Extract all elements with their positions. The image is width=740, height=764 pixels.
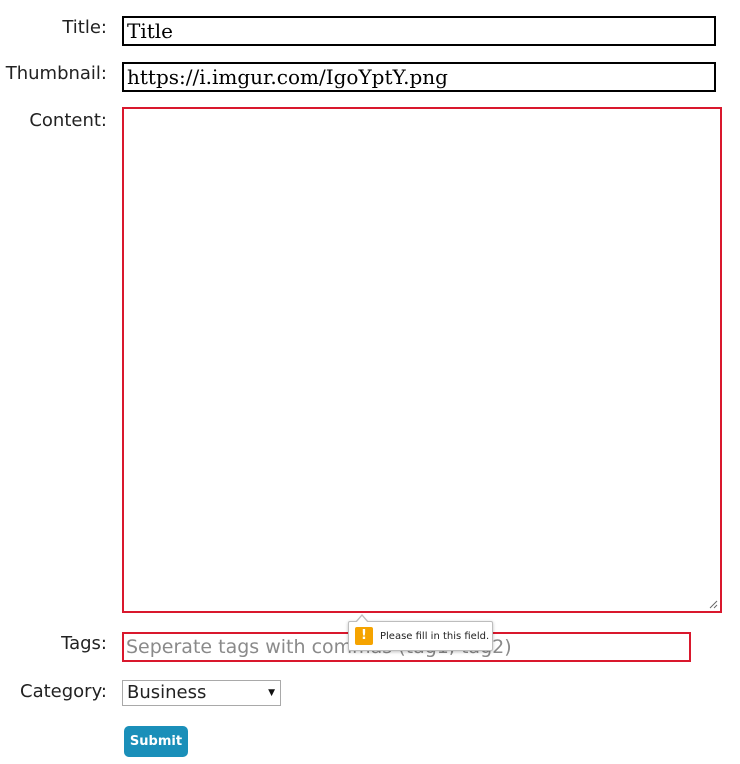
category-label: Category:: [20, 681, 107, 702]
category-select[interactable]: Business ▼: [122, 680, 281, 706]
validation-message: Please fill in this field.: [380, 630, 490, 642]
title-label: Title:: [62, 17, 107, 38]
thumbnail-input[interactable]: [122, 62, 716, 92]
resize-grip-icon[interactable]: [708, 599, 718, 609]
category-selected-value: Business: [127, 682, 207, 703]
warning-icon: !: [355, 627, 373, 645]
dropdown-arrow-icon: ▼: [268, 688, 275, 698]
content-label: Content:: [29, 110, 107, 131]
content-textarea[interactable]: [122, 107, 722, 613]
thumbnail-label: Thumbnail:: [5, 63, 107, 84]
tags-label: Tags:: [61, 633, 107, 654]
validation-tooltip: ! Please fill in this field.: [348, 614, 493, 651]
title-input[interactable]: [122, 16, 716, 46]
submit-button[interactable]: Submit: [124, 726, 188, 757]
